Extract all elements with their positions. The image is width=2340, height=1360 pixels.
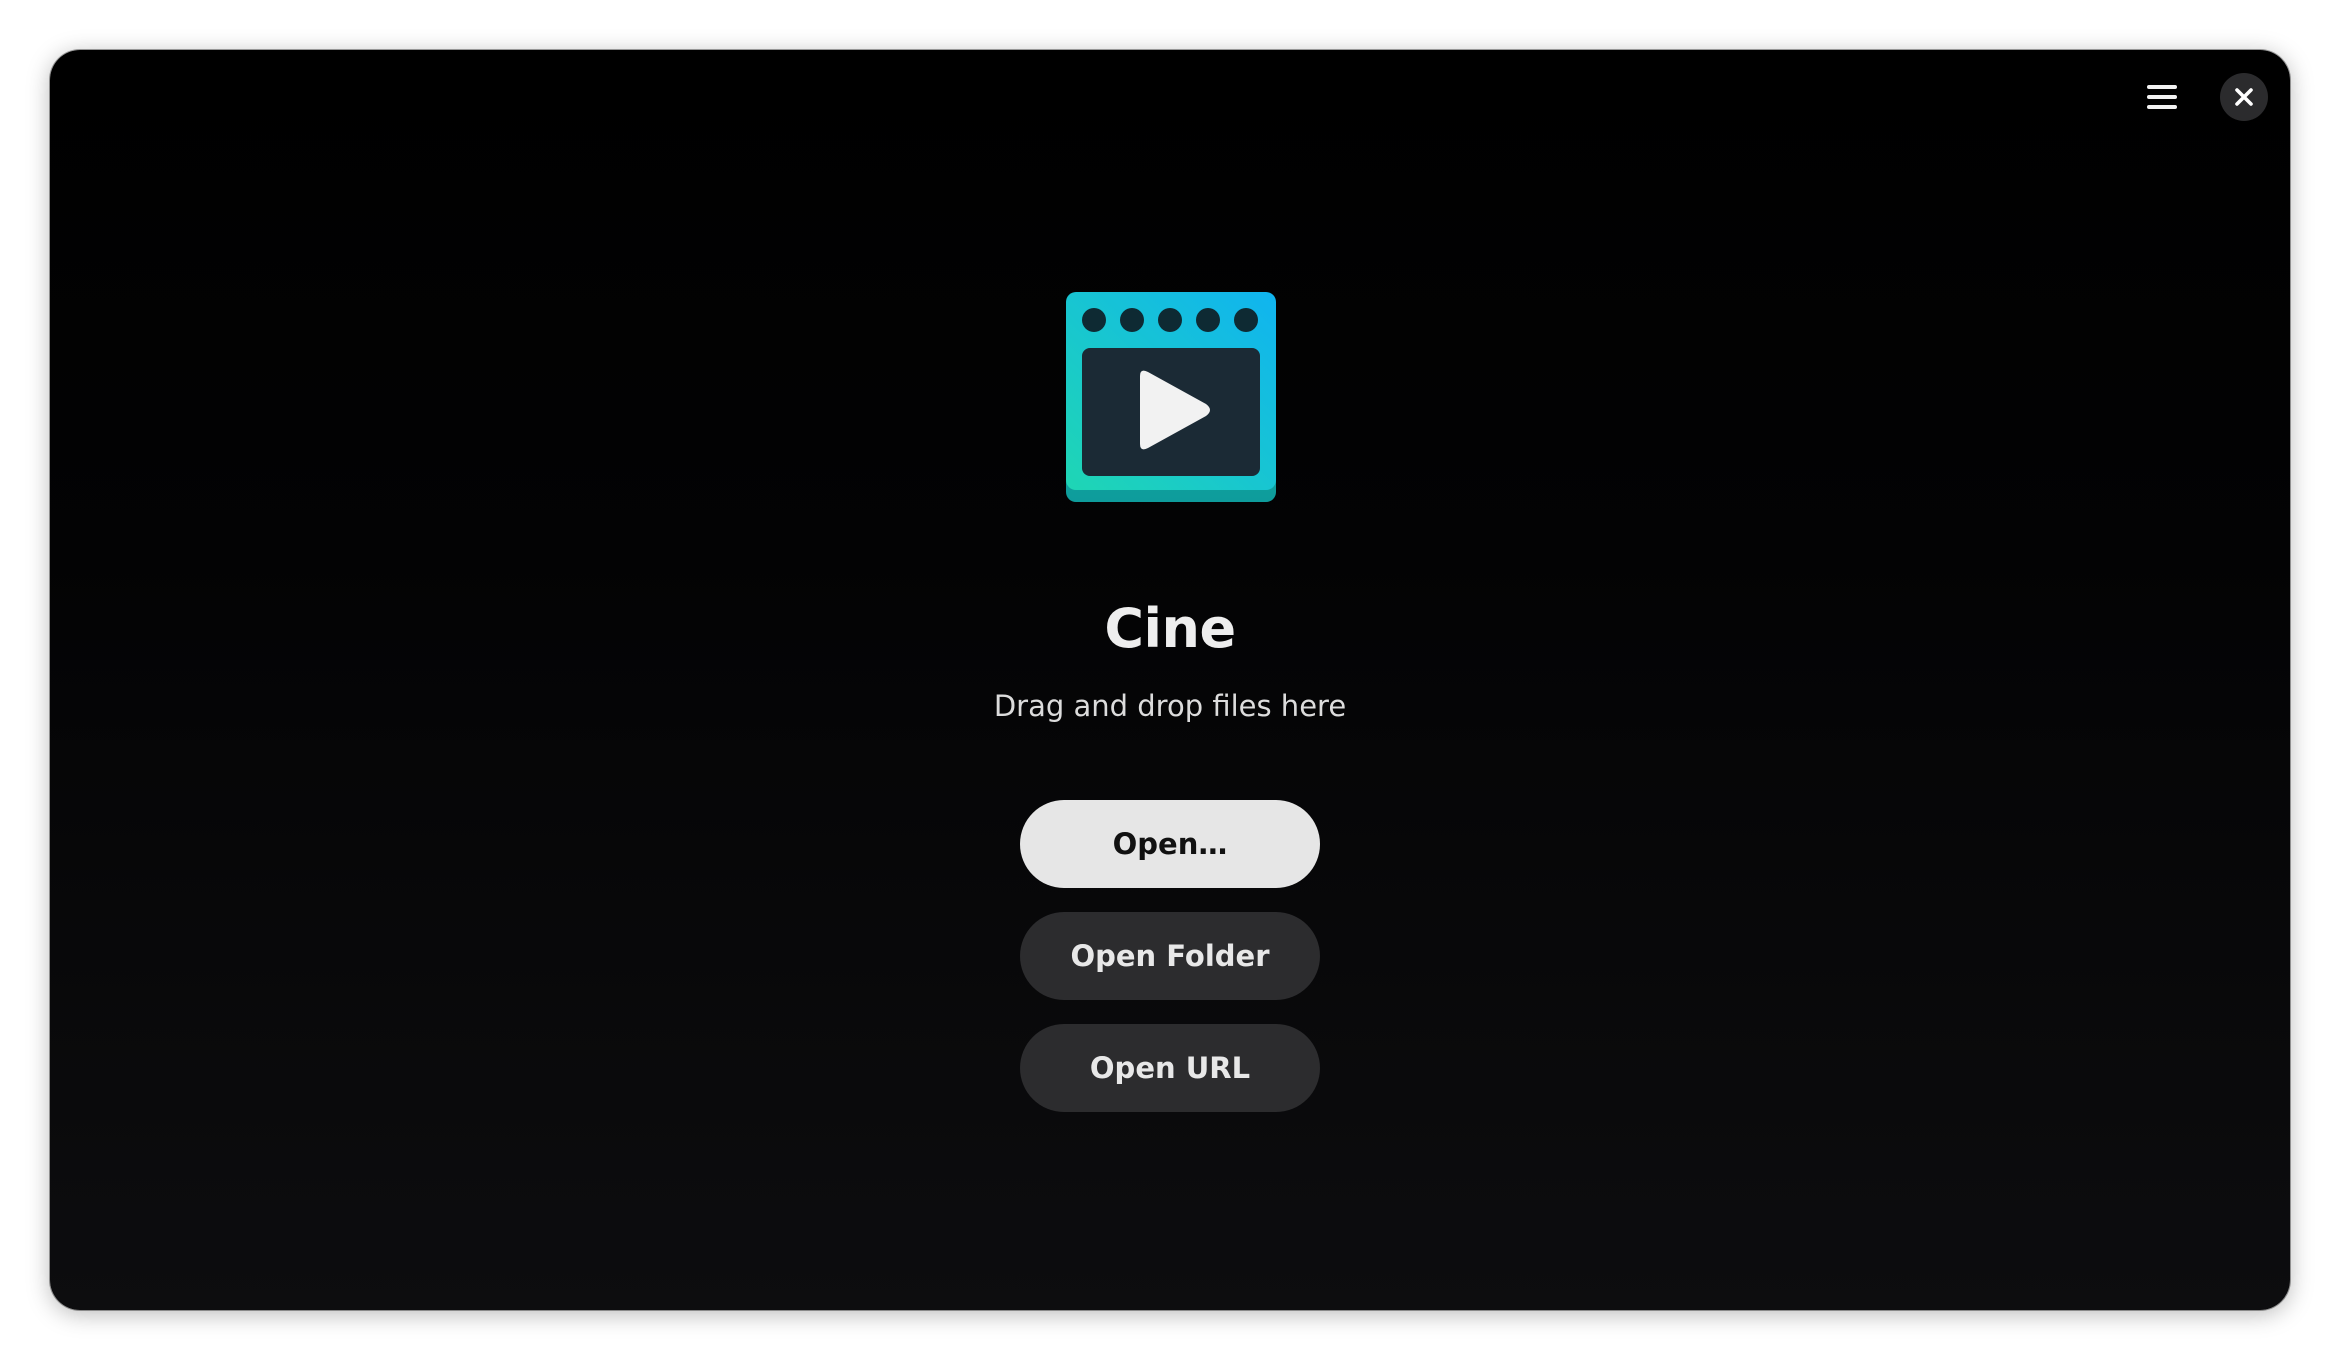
app-title: Cine	[1104, 597, 1236, 660]
open-folder-button[interactable]: Open Folder	[1020, 912, 1320, 1000]
welcome-status-page: Cine Drag and drop files here Open… Open…	[50, 50, 2290, 1310]
open-url-button[interactable]: Open URL	[1020, 1024, 1320, 1112]
app-window: Cine Drag and drop files here Open… Open…	[50, 50, 2290, 1310]
drop-hint-text: Drag and drop files here	[993, 689, 1347, 723]
open-button[interactable]: Open…	[1020, 800, 1320, 888]
cine-app-icon	[1066, 292, 1276, 502]
